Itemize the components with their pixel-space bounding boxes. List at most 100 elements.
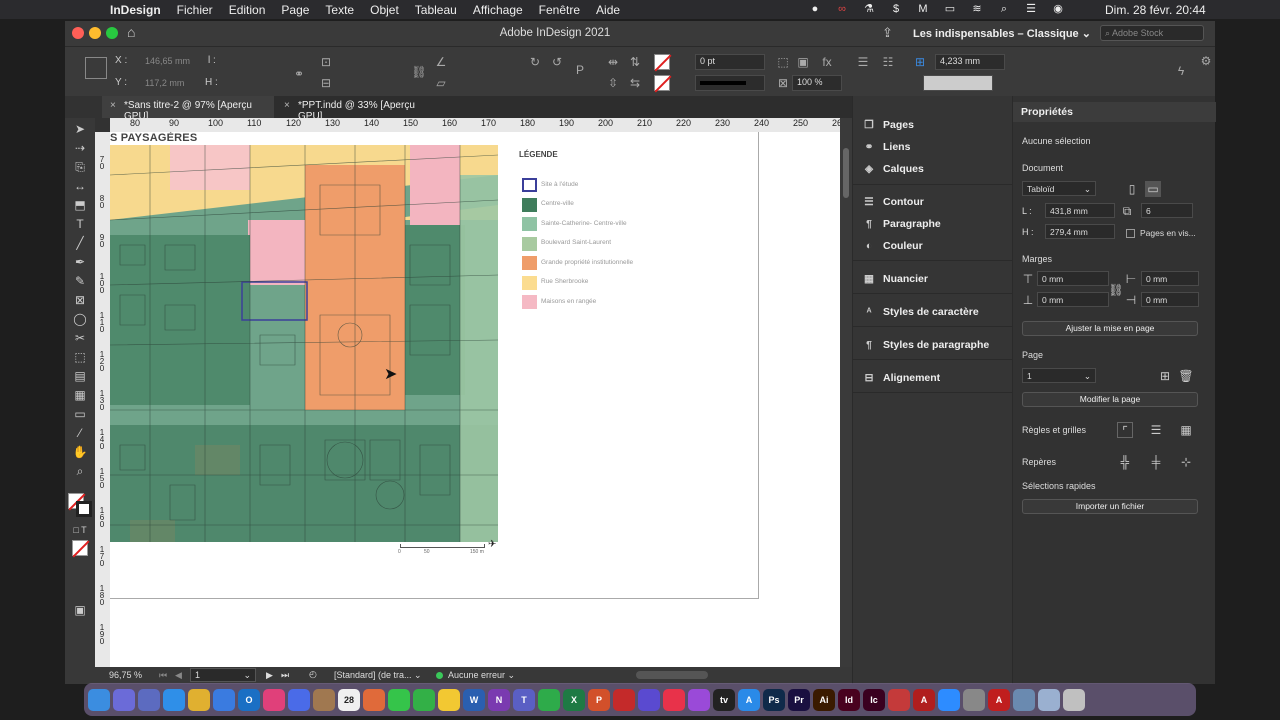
battery-icon[interactable]: ▭ <box>943 2 957 16</box>
dock-acrobat-icon[interactable] <box>613 688 635 711</box>
import-file-button[interactable]: Importer un fichier <box>1022 499 1198 514</box>
dock-indesign-icon[interactable]: Id <box>838 688 860 711</box>
rotate-cw-icon[interactable]: ↻ <box>527 54 543 70</box>
rulers-icon[interactable]: ⌜ <box>1117 422 1133 438</box>
gradient-tool-icon[interactable]: ▤ <box>72 368 88 384</box>
margin-link-icon[interactable]: ⛓ <box>1108 282 1124 298</box>
minimize-window-button[interactable] <box>89 27 101 39</box>
margin-right-field[interactable]: 0 mm <box>1141 292 1199 307</box>
lock-guides-icon[interactable]: ╪ <box>1148 454 1164 470</box>
type-tool-icon[interactable]: T <box>72 216 88 232</box>
text-frame-icon[interactable]: P <box>572 62 588 78</box>
selection-tool-icon[interactable]: ➤ <box>72 121 88 137</box>
tab-sans-titre-2[interactable]: × *Sans titre-2 @ 97% [Aperçu GPU] <box>102 96 274 122</box>
menu-fichier[interactable]: Fichier <box>177 3 213 17</box>
vertical-ruler[interactable]: 70 80 90 100 110 120 130 140 150 160 170 180 190 <box>95 132 110 667</box>
ellipse-tool-icon[interactable]: ◯ <box>72 311 88 327</box>
dock-numbers-icon[interactable] <box>538 688 560 711</box>
rotate-ccw-icon[interactable]: ↺ <box>549 54 565 70</box>
flip-h-icon[interactable]: ⇹ <box>605 54 621 70</box>
wifi-icon[interactable]: ≋ <box>970 2 984 16</box>
zoom-tool-icon[interactable]: ⌕ <box>72 463 88 479</box>
dock-teams-icon[interactable]: T <box>513 688 535 711</box>
reference-point-icon[interactable] <box>85 57 107 79</box>
panel-liens[interactable]: ⚭ Liens <box>861 137 911 157</box>
dock-trash-icon[interactable] <box>1063 688 1085 711</box>
pencil-tool-icon[interactable]: ✎ <box>72 273 88 289</box>
horizontal-scrollbar-thumb[interactable] <box>636 671 708 679</box>
tab-ppt[interactable]: × *PPT.indd @ 33% [Aperçu GPU] <box>276 96 436 122</box>
fill-swatch[interactable] <box>654 54 672 72</box>
flask-icon[interactable]: ⚗ <box>862 2 876 16</box>
dock-settings-icon[interactable] <box>963 688 985 711</box>
canvas-vertical-scrollbar[interactable] <box>840 118 852 667</box>
page-select[interactable]: 1 ⌄ <box>1022 368 1096 383</box>
formatting-container-icon[interactable]: □ T <box>72 522 88 538</box>
page-number-field[interactable]: 1 ⌄ <box>190 668 256 682</box>
cc-icon[interactable]: ∞ <box>835 2 849 16</box>
dollar-icon[interactable]: $ <box>889 2 903 16</box>
workspace-switcher[interactable]: Les indispensables – Classique ⌄ <box>913 27 1091 40</box>
dock-notes-icon[interactable] <box>438 688 460 711</box>
siri-icon[interactable]: ◉ <box>1051 2 1065 16</box>
select-container-icon[interactable]: ⇅ <box>627 54 643 70</box>
dock-imovie-icon[interactable] <box>638 688 660 711</box>
record-icon[interactable]: ● <box>808 2 822 16</box>
link-scale-icon[interactable]: ⛓ <box>411 64 427 80</box>
next-page-icon[interactable]: ▶ <box>266 670 273 681</box>
menu-fenetre[interactable]: Fenêtre <box>539 3 580 17</box>
dock-launchpad-icon[interactable] <box>113 688 135 711</box>
dock-sysprefs2-icon[interactable] <box>888 688 910 711</box>
effects-icon[interactable]: fx <box>819 54 835 70</box>
dock-podcasts-icon[interactable] <box>688 688 710 711</box>
width-field[interactable]: 431,8 mm <box>1045 203 1115 218</box>
page-tool-icon[interactable]: ⎘ <box>72 159 88 175</box>
close-tab-icon[interactable]: × <box>284 100 290 111</box>
rotate-icon[interactable]: ∠ <box>433 54 449 70</box>
panel-nuancier[interactable]: ▦ Nuancier <box>861 269 928 289</box>
align-left-icon[interactable]: ☰ <box>855 54 871 70</box>
dock-zoom-icon[interactable] <box>938 688 960 711</box>
document-grid-icon[interactable]: ▦ <box>1178 422 1194 438</box>
dock-music-icon[interactable] <box>663 688 685 711</box>
frame-style-select[interactable] <box>923 75 993 91</box>
x-field[interactable]: 146,65 mm <box>145 56 190 66</box>
landscape-map-image[interactable] <box>110 145 498 542</box>
menu-affichage[interactable]: Affichage <box>473 3 523 17</box>
dock-illustrator-icon[interactable]: Ai <box>813 688 835 711</box>
dock-photos2-icon[interactable] <box>363 688 385 711</box>
portrait-orientation-icon[interactable]: ▯ <box>1124 181 1140 197</box>
landscape-orientation-icon[interactable]: ▭ <box>1145 181 1161 197</box>
note-tool-icon[interactable]: ▭ <box>72 406 88 422</box>
margin-top-field[interactable]: 0 mm <box>1037 271 1109 286</box>
document-canvas[interactable]: S PAYSAGÈRES LÉGENDE Site à l'étude Cent… <box>110 132 840 667</box>
pages-count-field[interactable]: 6 <box>1141 203 1193 218</box>
size-field[interactable]: 4,233 mm <box>935 54 1005 70</box>
dock-messages-icon[interactable] <box>388 688 410 711</box>
content-collector-icon[interactable]: ⬒ <box>72 197 88 213</box>
panel-calques[interactable]: ◈ Calques <box>861 159 924 179</box>
height-field[interactable]: 279,4 mm <box>1045 224 1115 239</box>
panel-alignement[interactable]: ⊟ Alignement <box>861 368 941 388</box>
control-center-icon[interactable]: ☰ <box>1024 2 1038 16</box>
baseline-grid-icon[interactable]: ☰ <box>1148 422 1164 438</box>
panel-paragraphe[interactable]: ¶ Paragraphe <box>861 214 941 234</box>
direct-selection-tool-icon[interactable]: ⇢ <box>72 140 88 156</box>
margin-left-field[interactable]: 0 mm <box>1141 271 1199 286</box>
zoom-window-button[interactable] <box>106 27 118 39</box>
drop-shadow-icon[interactable]: ▣ <box>795 54 811 70</box>
panel-pages[interactable]: ❐ Pages <box>861 115 914 135</box>
select-content-icon[interactable]: ⇆ <box>627 75 643 91</box>
gap-tool-icon[interactable]: ↔ <box>72 178 88 194</box>
preflight-profile-select[interactable]: [Standard] (de tra... ⌄ <box>334 670 422 681</box>
opacity-field[interactable]: 100 % <box>792 75 842 91</box>
dock-powerpoint-icon[interactable]: P <box>588 688 610 711</box>
menu-aide[interactable]: Aide <box>596 3 620 17</box>
m-icon[interactable]: M <box>916 2 930 16</box>
panel-couleur[interactable]: ◐ Couleur <box>861 236 923 256</box>
errors-select[interactable]: Aucune erreur ⌄ <box>448 670 515 681</box>
hand-tool-icon[interactable]: ✋ <box>72 444 88 460</box>
flip-v-icon[interactable]: ⇳ <box>605 75 621 91</box>
scale-y-icon[interactable]: ⊟ <box>318 75 334 91</box>
show-guides-icon[interactable]: ╬ <box>1117 454 1133 470</box>
